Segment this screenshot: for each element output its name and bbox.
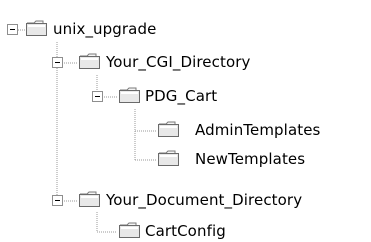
tree-node-label: AdminTemplates — [195, 121, 321, 139]
folder-icon — [119, 222, 140, 238]
folder-tree: unix_upgrade Your_CGI_Directory PDG_Cart… — [0, 0, 371, 240]
tree-node-newtemplates[interactable]: NewTemplates — [0, 148, 371, 170]
tree-node-pdg-cart[interactable]: PDG_Cart — [0, 85, 230, 107]
collapse-toggle-icon[interactable] — [52, 195, 63, 206]
tree-node-label: CartConfig — [145, 222, 226, 240]
folder-icon — [26, 20, 47, 36]
folder-icon — [158, 121, 179, 137]
tree-node-label: NewTemplates — [195, 150, 306, 168]
collapse-toggle-icon[interactable] — [7, 24, 18, 35]
folder-icon — [158, 150, 179, 166]
tree-node-unix-upgrade[interactable]: unix_upgrade — [0, 18, 200, 40]
collapse-toggle-icon[interactable] — [52, 57, 63, 68]
tree-node-label: Your_Document_Directory — [106, 191, 303, 209]
folder-icon — [79, 191, 100, 207]
tree-node-admintemplates[interactable]: AdminTemplates — [0, 119, 371, 141]
folder-icon — [119, 87, 140, 103]
tree-node-your-document-directory[interactable]: Your_Document_Directory — [0, 189, 371, 211]
tree-node-your-cgi-directory[interactable]: Your_CGI_Directory — [0, 51, 300, 73]
tree-node-label: PDG_Cart — [145, 87, 218, 105]
tree-node-cartconfig[interactable]: CartConfig — [0, 220, 280, 242]
collapse-toggle-icon[interactable] — [92, 91, 103, 102]
folder-icon — [79, 53, 100, 69]
tree-node-label: Your_CGI_Directory — [106, 53, 251, 71]
tree-node-label: unix_upgrade — [53, 20, 157, 38]
